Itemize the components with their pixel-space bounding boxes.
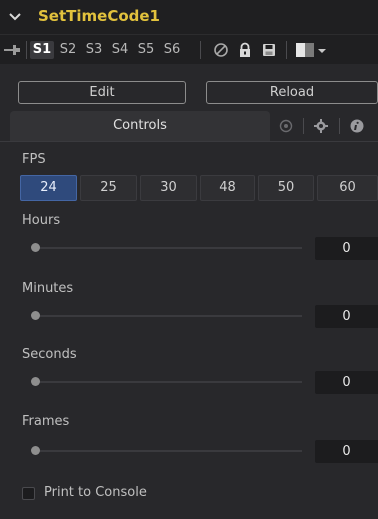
slot-s4-button[interactable]: S4 [108,41,132,59]
info-icon[interactable] [349,118,365,134]
seconds-input[interactable]: 0 [315,371,378,394]
toolbar-divider [286,41,287,59]
hours-label: Hours [22,213,61,228]
slot-s1-button[interactable]: S1 [30,41,54,59]
frames-slider-handle[interactable] [31,446,40,455]
fps-option-48[interactable]: 48 [200,175,255,201]
edit-button[interactable]: Edit [18,81,186,104]
fps-option-60[interactable]: 60 [317,175,378,201]
tool-header: SetTimeCode1 [0,0,378,34]
frames-label: Frames [22,414,70,429]
minutes-slider-track[interactable] [34,315,302,317]
color-swatch-icon[interactable] [296,42,314,58]
frames-input[interactable]: 0 [315,440,378,463]
pin-icon[interactable] [4,43,20,57]
chevron-down-icon[interactable] [8,10,22,24]
fps-option-24[interactable]: 24 [20,175,77,201]
toolbar-divider [200,41,201,59]
minutes-input[interactable]: 0 [315,305,378,328]
fps-label: FPS [22,152,46,167]
bypass-icon[interactable] [213,42,229,58]
hours-slider-track[interactable] [34,247,302,249]
frames-slider-track[interactable] [34,450,302,452]
tool-toolbar: S1 S2 S3 S4 S5 S6 [0,34,378,64]
tab-bar: Controls [0,111,378,141]
lock-icon[interactable] [237,42,253,58]
settings-node-icon[interactable] [278,118,294,134]
save-icon[interactable] [261,42,277,58]
slot-s5-button[interactable]: S5 [134,41,158,59]
reload-button[interactable]: Reload [206,81,378,104]
slot-s2-button[interactable]: S2 [56,41,80,59]
seconds-slider-handle[interactable] [31,377,40,386]
minutes-label: Minutes [22,281,74,296]
toolbar-divider [26,41,27,59]
tab-controls[interactable]: Controls [10,111,270,141]
tab-divider [303,118,304,134]
tool-title: SetTimeCode1 [38,7,160,25]
tab-divider [339,118,340,134]
minutes-slider-handle[interactable] [31,311,40,320]
fps-option-30[interactable]: 30 [140,175,197,201]
hours-input[interactable]: 0 [315,237,378,260]
slot-s6-button[interactable]: S6 [160,41,184,59]
slot-s3-button[interactable]: S3 [82,41,106,59]
dropdown-arrow-icon[interactable] [317,42,327,58]
print-to-console-label: Print to Console [44,485,147,500]
print-to-console-checkbox[interactable] [22,487,35,500]
gear-icon[interactable] [313,118,329,134]
fps-option-25[interactable]: 25 [80,175,137,201]
seconds-label: Seconds [22,347,77,362]
fps-option-50[interactable]: 50 [258,175,314,201]
hours-slider-handle[interactable] [31,243,40,252]
seconds-slider-track[interactable] [34,381,302,383]
